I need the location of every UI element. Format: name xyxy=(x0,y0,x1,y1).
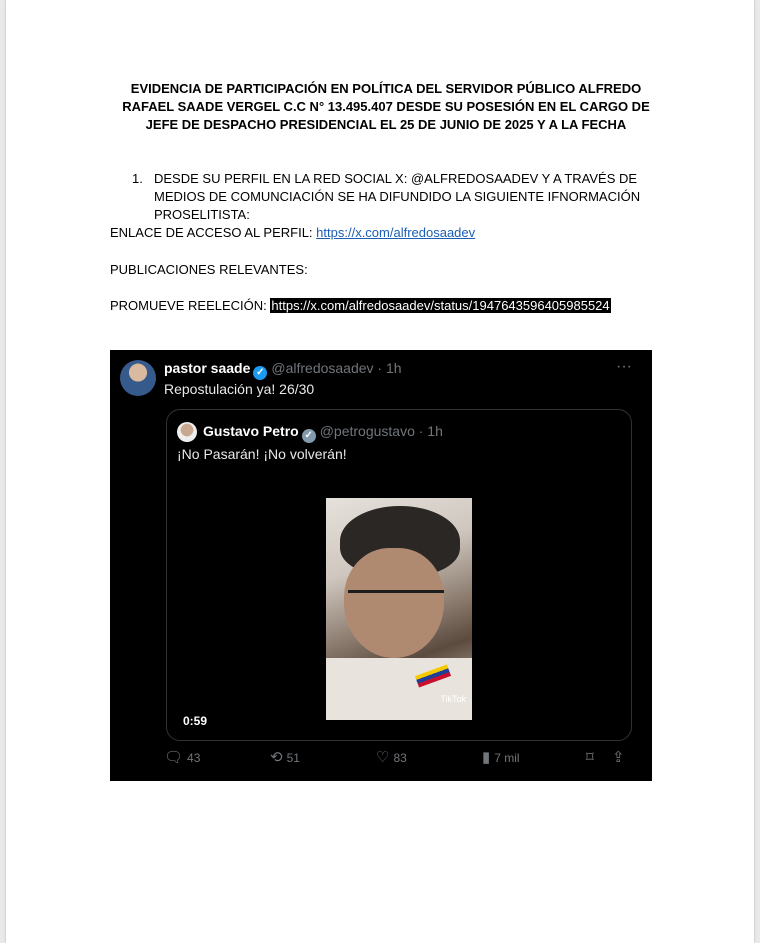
video-thumbnail[interactable]: TikTok xyxy=(326,498,472,720)
tweet-screenshot: pastor saade ✓ @alfredosaadev · 1h ··· Rep… xyxy=(110,350,652,781)
quoted-tweet[interactable]: Gustavo Petro ✓ @petrogustavo · 1h ¡No Pas… xyxy=(166,409,632,741)
reply-count: 43 xyxy=(187,750,201,765)
document-page: EVIDENCIA DE PARTICIPACIÓN EN POLÍTICA D… xyxy=(6,0,754,943)
reelection-line: PROMUEVE REELECIÓN: https://x.com/alfred… xyxy=(110,298,611,313)
repost-icon: ⟲ xyxy=(270,749,283,766)
repost-button[interactable]: ⟲ 51 xyxy=(270,750,300,765)
tweet-author[interactable]: pastor saade ✓ @alfredosaadev · 1h xyxy=(164,360,402,380)
views-count: 7 mil xyxy=(494,750,520,765)
profile-link[interactable]: https://x.com/alfredosaadev xyxy=(316,225,475,240)
more-options-icon[interactable]: ··· xyxy=(616,358,632,376)
quoted-author-name: Gustavo Petro xyxy=(203,423,299,439)
reelection-link[interactable]: https://x.com/alfredosaadev/status/19476… xyxy=(270,298,611,313)
list-item-text: DESDE SU PERFIL EN LA RED SOCIAL X: @ALF… xyxy=(154,171,641,222)
publications-label: PUBLICACIONES RELEVANTES: xyxy=(110,262,308,277)
photo-face xyxy=(344,548,444,658)
repost-count: 51 xyxy=(286,750,300,765)
author-name: pastor saade xyxy=(164,360,251,376)
views-chart-icon: ▮ xyxy=(482,749,491,766)
tiktok-watermark: TikTok xyxy=(440,694,466,704)
avatar[interactable] xyxy=(120,360,156,396)
reelection-label: PROMUEVE REELECIÓN: xyxy=(110,298,267,313)
reply-icon: 🗨 xyxy=(164,749,184,766)
evidence-list-item: 1. DESDE SU PERFIL EN LA RED SOCIAL X: @… xyxy=(132,170,672,224)
tweet-text: Repostulación ya! 26/30 xyxy=(164,381,315,397)
verified-badge-icon: ✓ xyxy=(253,366,268,380)
heart-icon: ♡ xyxy=(376,749,390,766)
share-button[interactable]: ⇪ xyxy=(612,750,625,765)
quoted-author-handle: @petrogustavo · 1h xyxy=(319,423,443,439)
bookmark-button[interactable]: ⌑ xyxy=(586,750,594,765)
like-count: 83 xyxy=(393,750,407,765)
document-title: EVIDENCIA DE PARTICIPACIÓN EN POLÍTICA D… xyxy=(122,81,650,132)
quoted-text: ¡No Pasarán! ¡No volverán! xyxy=(177,446,347,462)
like-button[interactable]: ♡ 83 xyxy=(376,750,407,765)
quoted-author: Gustavo Petro ✓ @petrogustavo · 1h xyxy=(203,423,443,443)
profile-label: ENLACE DE ACCESO AL PERFIL: xyxy=(110,225,313,240)
photo-shirt xyxy=(326,658,472,720)
tweet-actions: 🗨 43 ⟲ 51 ♡ 83 ▮ 7 mil ⌑ ⇪ xyxy=(164,750,632,772)
author-handle: @alfredosaadev · 1h xyxy=(271,360,402,376)
bookmark-icon: ⌑ xyxy=(586,749,594,766)
views-button[interactable]: ▮ 7 mil xyxy=(482,750,520,765)
quoted-avatar xyxy=(177,422,197,442)
list-number: 1. xyxy=(132,171,143,186)
verified-badge-icon: ✓ xyxy=(301,429,316,443)
photo-glasses xyxy=(348,590,444,603)
profile-line: ENLACE DE ACCESO AL PERFIL: https://x.co… xyxy=(110,225,475,240)
video-duration: 0:59 xyxy=(183,714,208,728)
reply-button[interactable]: 🗨 43 xyxy=(164,750,200,765)
share-icon: ⇪ xyxy=(612,749,625,766)
